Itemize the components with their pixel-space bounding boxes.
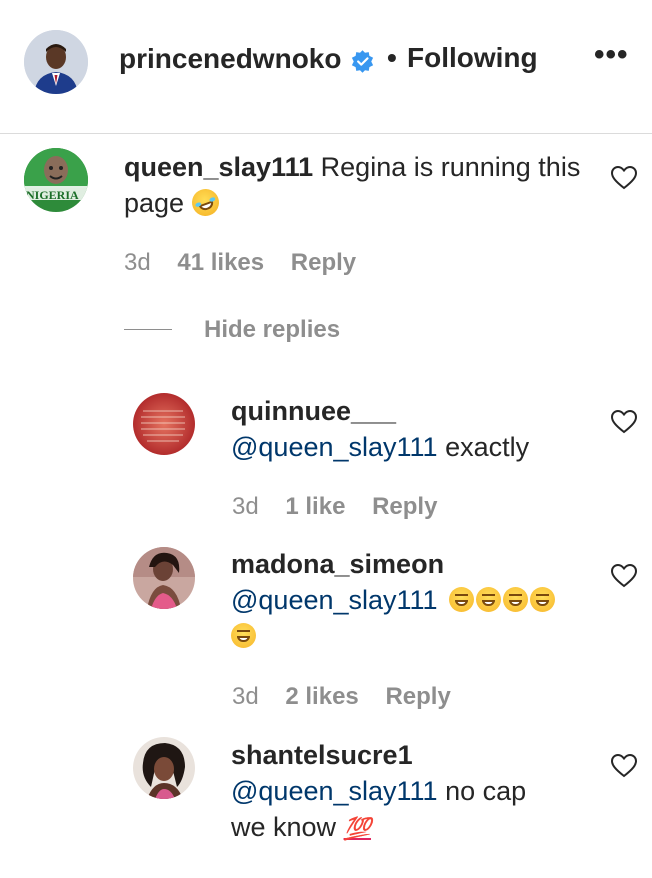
separator-dot: • [387, 42, 397, 73]
reply-likes[interactable]: 1 like [285, 493, 345, 521]
avatar-text: NIGERIA [26, 188, 79, 202]
reply-meta: 3d 2 likes Reply [232, 683, 451, 711]
mention-link[interactable]: @queen_slay111 [231, 776, 438, 806]
reply-time: 3d [232, 493, 259, 520]
hide-replies-button[interactable]: Hide replies [204, 316, 340, 344]
grin-emoji [231, 623, 256, 648]
more-options-icon[interactable]: ••• [594, 38, 629, 72]
like-heart-icon[interactable] [611, 564, 637, 588]
reply-button[interactable]: Reply [372, 493, 437, 521]
reply-username[interactable]: quinnuee___ [231, 393, 601, 429]
reply-meta: 3d 1 like Reply [232, 493, 437, 521]
grin-emoji [449, 587, 475, 612]
avatar[interactable]: NIGERIA [24, 148, 88, 212]
rofl-emoji [187, 185, 223, 220]
following-button[interactable]: Following [407, 42, 538, 74]
reply-button[interactable]: Reply [385, 683, 450, 711]
like-heart-icon[interactable] [611, 410, 637, 434]
comment-username[interactable]: queen_slay111 [124, 152, 313, 182]
reply-body: shantelsucre1 @queen_slay111 no cap we k… [231, 737, 601, 847]
avatar[interactable] [133, 737, 195, 799]
comment-meta: 3d 41 likes Reply [124, 249, 356, 277]
reply-username[interactable]: madona_simeon [231, 546, 601, 582]
verified-badge-icon [351, 50, 374, 73]
grin-emoji [476, 587, 502, 612]
reply-button[interactable]: Reply [291, 249, 356, 277]
reply-time: 3d [232, 683, 259, 710]
avatar[interactable] [133, 547, 195, 609]
grin-emoji [530, 587, 556, 612]
mention-link[interactable]: @queen_slay111 [231, 585, 438, 615]
divider-line [124, 329, 172, 330]
comment-time: 3d [124, 249, 151, 276]
reply-body: quinnuee___ @queen_slay111 exactly [231, 393, 601, 465]
reply-body: madona_simeon @queen_slay111 [231, 546, 601, 654]
grin-emoji [503, 587, 529, 612]
like-heart-icon[interactable] [611, 166, 637, 190]
avatar[interactable] [24, 30, 88, 94]
hundred-emoji: 💯 [343, 816, 371, 841]
like-heart-icon[interactable] [611, 754, 637, 778]
reply-text: no cap [445, 776, 527, 806]
mention-link[interactable]: @queen_slay111 [231, 432, 438, 462]
avatar[interactable] [133, 393, 195, 455]
reply-text: we know [231, 812, 337, 842]
reply-likes[interactable]: 2 likes [285, 683, 358, 711]
reply-text: exactly [445, 432, 530, 462]
grin-emoji-group [449, 585, 557, 615]
post-author-username[interactable]: princenedwnoko [119, 43, 341, 75]
post-header: princenedwnoko • Following ••• [0, 0, 652, 134]
comment-body: queen_slay111 Regina is running this pag… [124, 149, 594, 221]
reply-username[interactable]: shantelsucre1 [231, 737, 601, 773]
comment-likes[interactable]: 41 likes [177, 249, 264, 277]
